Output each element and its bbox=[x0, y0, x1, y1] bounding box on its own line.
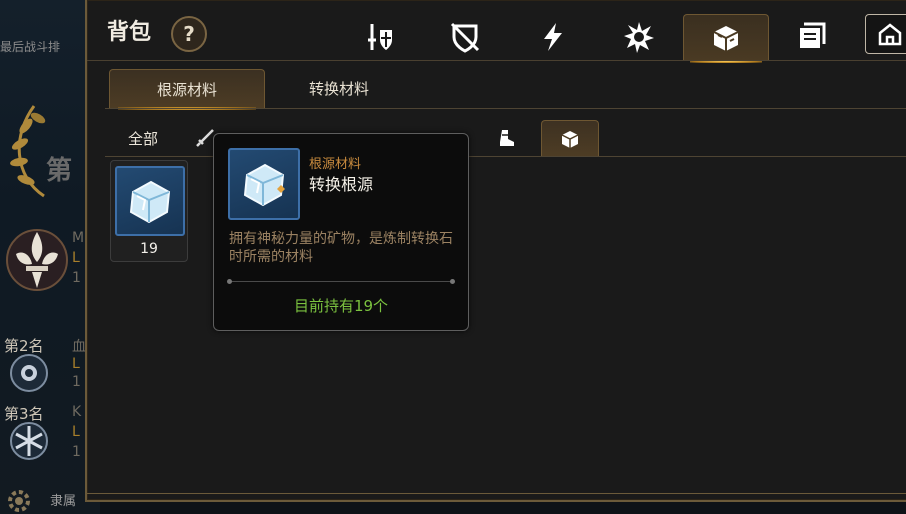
scroll-box-icon bbox=[800, 22, 826, 48]
inventory-slot[interactable]: 19 bbox=[110, 160, 188, 262]
tab-housing[interactable] bbox=[865, 14, 906, 54]
side-letter: 1 bbox=[72, 270, 81, 286]
snowflake-emblem-icon bbox=[10, 422, 48, 460]
filter-material[interactable] bbox=[541, 120, 599, 157]
ore-cube-icon bbox=[561, 131, 579, 148]
side-letter: L bbox=[72, 250, 80, 266]
side-letter: 1 bbox=[72, 374, 81, 390]
side-letter: M bbox=[72, 230, 85, 246]
tooltip-item-frame bbox=[228, 148, 300, 220]
broken-shield-icon bbox=[450, 22, 480, 53]
crystal-cube-icon bbox=[243, 163, 285, 207]
subtab-divider bbox=[105, 108, 906, 109]
item-count: 19 bbox=[140, 241, 158, 257]
tab-consumables[interactable] bbox=[783, 14, 839, 60]
item-frame bbox=[115, 166, 185, 236]
last-battle-label: 最后战斗排 bbox=[0, 40, 61, 54]
tab-gems[interactable] bbox=[611, 14, 667, 60]
panel-bottom-border bbox=[87, 493, 906, 494]
page-title: 背包 bbox=[107, 20, 152, 45]
header-divider bbox=[87, 60, 906, 61]
guild-label: 隶属 bbox=[50, 494, 77, 509]
side-letter: 1 bbox=[72, 444, 81, 460]
tab-equipment[interactable] bbox=[351, 14, 407, 60]
side-letter: K bbox=[72, 404, 82, 420]
filter-all[interactable]: 全部 bbox=[113, 120, 173, 156]
crystal-cube-icon bbox=[129, 180, 171, 224]
tooltip-owned-count: 目前持有19个 bbox=[293, 297, 389, 315]
tooltip-divider bbox=[227, 279, 455, 284]
tab-source-materials[interactable]: 根源材料 bbox=[109, 69, 265, 110]
house-icon bbox=[878, 23, 902, 46]
filter-boots[interactable] bbox=[489, 120, 523, 156]
tooltip-item-name: 转换根源 bbox=[309, 175, 374, 194]
gear-icon bbox=[8, 490, 30, 512]
tab-defense[interactable] bbox=[437, 14, 493, 60]
side-letter: 血 bbox=[72, 339, 86, 355]
inventory-panel: 背包 ? 根源材料 转换材料 全部 19 bbox=[85, 0, 906, 502]
help-button[interactable]: ? bbox=[171, 16, 207, 52]
fleur-crest-icon bbox=[6, 229, 68, 291]
side-letter: L bbox=[72, 356, 80, 372]
ore-cube-icon bbox=[713, 26, 739, 51]
item-tooltip: 根源材料 转换根源 拥有神秘力量的矿物，是炼制转换石时所需的材料 目前持有19个 bbox=[213, 133, 469, 331]
rank-first-char: 第 bbox=[46, 156, 73, 186]
boot-icon bbox=[500, 130, 514, 146]
rose-emblem-icon bbox=[10, 354, 48, 392]
tab-skills[interactable] bbox=[525, 14, 581, 60]
sword-shield-icon bbox=[368, 24, 392, 50]
tab-conversion-materials[interactable]: 转换材料 bbox=[277, 69, 401, 107]
lightning-icon bbox=[544, 23, 562, 51]
tooltip-category: 根源材料 bbox=[309, 157, 362, 172]
tooltip-description: 拥有神秘力量的矿物，是炼制转换石时所需的材料 bbox=[229, 231, 453, 265]
spiky-gem-icon bbox=[624, 22, 654, 53]
tab-materials[interactable] bbox=[683, 14, 769, 63]
side-letter: L bbox=[72, 424, 80, 440]
